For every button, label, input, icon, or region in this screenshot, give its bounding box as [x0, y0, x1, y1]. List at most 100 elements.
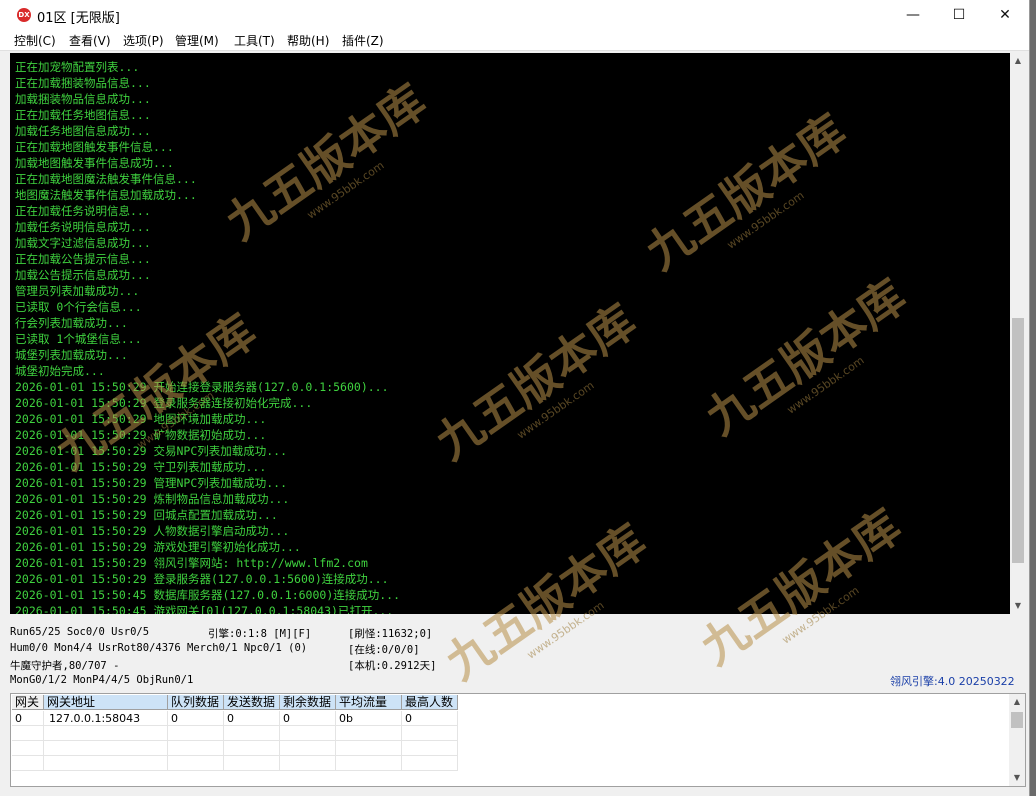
log-line: 加载任务说明信息成功... — [15, 220, 151, 234]
cell-avg-flow[interactable]: 0b — [336, 711, 402, 726]
empty-cell — [44, 756, 168, 771]
log-line: 2026-01-01 15:50:29 人物数据引擎启动成功... — [15, 524, 290, 538]
empty-cell — [44, 741, 168, 756]
log-line: 2026-01-01 15:50:29 回城点配置加载成功... — [15, 508, 278, 522]
log-line: 2026-01-01 15:50:29 管理NPC列表加载成功... — [15, 476, 288, 490]
status-run: Run65/25 Soc0/0 Usr0/5 — [10, 626, 150, 638]
menu-tools[interactable]: 工具(T) — [234, 32, 275, 49]
log-line: 2026-01-01 15:50:45 数据库服务器(127.0.0.1:600… — [15, 588, 401, 602]
empty-cell — [168, 741, 224, 756]
log-line: 加载公告提示信息成功... — [15, 268, 151, 282]
empty-cell — [12, 726, 44, 741]
cell-sent[interactable]: 0 — [224, 711, 280, 726]
log-line: 2026-01-01 15:50:29 开始连接登录服务器(127.0.0.1:… — [15, 380, 389, 394]
close-button[interactable]: ✕ — [982, 0, 1028, 30]
col-header-gate[interactable]: 网关 — [12, 695, 44, 710]
maximize-button[interactable]: ☐ — [936, 0, 982, 30]
empty-cell — [280, 726, 336, 741]
status-mongen: MonG0/1/2 MonP4/4/5 ObjRun0/1 — [10, 674, 194, 686]
log-line: 正在加载捆装物品信息... — [15, 76, 151, 90]
table-scroll-up-icon[interactable]: ▲ — [1009, 694, 1025, 710]
menu-control[interactable]: 控制(C) — [14, 32, 56, 49]
table-scrollbar-thumb[interactable] — [1011, 712, 1023, 728]
log-line: 2026-01-01 15:50:29 游戏处理引擎初始化成功... — [15, 540, 301, 554]
log-line: 2026-01-01 15:50:29 登录服务器(127.0.0.1:5600… — [15, 572, 389, 586]
empty-cell — [402, 741, 458, 756]
log-line: 管理员列表加载成功... — [15, 284, 140, 298]
log-line: 加载任务地图信息成功... — [15, 124, 151, 138]
status-refresh: [刷怪:11632;0] — [348, 628, 433, 640]
log-line: 2026-01-01 15:50:29 登录服务器连接初始化完成... — [15, 396, 313, 410]
empty-cell — [224, 756, 280, 771]
cell-gate[interactable]: 0 — [12, 711, 44, 726]
log-line: 正在加载地图魔法触发事件信息... — [15, 172, 197, 186]
empty-cell — [280, 741, 336, 756]
cell-queue[interactable]: 0 — [168, 711, 224, 726]
gate-table: 网关 网关地址 队列数据 发送数据 剩余数据 平均流量 最高人数 0 127.0… — [10, 693, 1026, 787]
empty-cell — [336, 741, 402, 756]
log-line: 地图魔法触发事件信息加载成功... — [15, 188, 197, 202]
empty-cell — [280, 756, 336, 771]
log-line: 2026-01-01 15:50:45 游戏网关[0](127.0.0.1:58… — [15, 604, 394, 614]
log-line: 加载地图触发事件信息成功... — [15, 156, 174, 170]
app-icon: DX — [17, 8, 31, 22]
empty-cell — [12, 741, 44, 756]
log-line: 2026-01-01 15:50:29 矿物数据初始成功... — [15, 428, 267, 442]
empty-cell — [336, 756, 402, 771]
log-line: 已读取 1个城堡信息... — [15, 332, 142, 346]
status-local: [本机:0.2912天] — [348, 660, 437, 672]
col-header-max-users[interactable]: 最高人数 — [402, 695, 458, 710]
empty-cell — [402, 726, 458, 741]
scrollbar-thumb[interactable] — [1012, 318, 1024, 563]
log-line: 2026-01-01 15:50:29 炼制物品信息加载成功... — [15, 492, 290, 506]
table-scrollbar[interactable]: ▲ ▼ — [1009, 694, 1025, 786]
table-scroll-down-icon[interactable]: ▼ — [1009, 770, 1025, 786]
status-guardian: 牛魔守护者,80/707 - — [10, 660, 120, 672]
empty-cell — [168, 756, 224, 771]
log-line: 2026-01-01 15:50:29 守卫列表加载成功... — [15, 460, 267, 474]
empty-cell — [168, 726, 224, 741]
minimize-button[interactable]: — — [890, 0, 936, 30]
log-line: 正在加载公告提示信息... — [15, 252, 151, 266]
log-line: 2026-01-01 15:50:29 交易NPC列表加载成功... — [15, 444, 288, 458]
log-console[interactable]: 正在加宠物配置列表... 正在加载捆装物品信息... 加载捆装物品信息成功... 正在… — [10, 53, 1010, 614]
cell-address[interactable]: 127.0.0.1:58043 — [44, 711, 168, 726]
menu-help[interactable]: 帮助(H) — [287, 32, 329, 49]
cell-max-users[interactable]: 0 — [402, 711, 458, 726]
scroll-up-icon[interactable]: ▲ — [1010, 53, 1026, 69]
log-scrollbar[interactable]: ▲ ▼ — [1010, 53, 1026, 614]
scroll-down-icon[interactable]: ▼ — [1010, 598, 1026, 614]
log-line: 城堡初始完成... — [15, 364, 105, 378]
log-line: 正在加载地图触发事件信息... — [15, 140, 174, 154]
log-line: 正在加宠物配置列表... — [15, 60, 140, 74]
empty-cell — [224, 726, 280, 741]
menu-plugins[interactable]: 插件(Z) — [342, 32, 384, 49]
log-line: 正在加载任务说明信息... — [15, 204, 151, 218]
log-line: 加载文字过滤信息成功... — [15, 236, 151, 250]
col-header-sent[interactable]: 发送数据 — [224, 695, 280, 710]
status-hum: Hum0/0 Mon4/4 UsrRot80/4376 Merch0/1 Npc… — [10, 642, 308, 654]
col-header-avg-flow[interactable]: 平均流量 — [336, 695, 402, 710]
engine-version: 翎风引擎:4.0 20250322 — [890, 675, 1015, 688]
empty-cell — [402, 756, 458, 771]
empty-cell — [44, 726, 168, 741]
main-window: DX 01区 [无限版] — ☐ ✕ 控制(C) 查看(V) 选项(P) 管理(… — [0, 0, 1030, 796]
log-line: 正在加载任务地图信息... — [15, 108, 151, 122]
col-header-remaining[interactable]: 剩余数据 — [280, 695, 336, 710]
menu-options[interactable]: 选项(P) — [123, 32, 164, 49]
log-line: 加载捆装物品信息成功... — [15, 92, 151, 106]
menu-manage[interactable]: 管理(M) — [175, 32, 219, 49]
col-header-address[interactable]: 网关地址 — [44, 695, 168, 710]
status-engine: 引擎:0:1:8 [M][F] — [208, 628, 312, 640]
log-line: 2026-01-01 15:50:29 地图环境加载成功... — [15, 412, 267, 426]
log-line: 已读取 0个行会信息... — [15, 300, 142, 314]
log-line: 2026-01-01 15:50:29 翎风引擎网站: http://www.l… — [15, 556, 368, 570]
title-bar: DX 01区 [无限版] — ☐ ✕ — [0, 0, 1029, 30]
status-panel: Run65/25 Soc0/0 Usr0/5 引擎:0:1:8 [M][F] [… — [0, 617, 1029, 692]
window-title: 01区 [无限版] — [37, 11, 120, 26]
col-header-queue[interactable]: 队列数据 — [168, 695, 224, 710]
menu-view[interactable]: 查看(V) — [69, 32, 111, 49]
empty-cell — [336, 726, 402, 741]
cell-remaining[interactable]: 0 — [280, 711, 336, 726]
menu-bar: 控制(C) 查看(V) 选项(P) 管理(M) 工具(T) 帮助(H) 插件(Z… — [0, 30, 1029, 51]
